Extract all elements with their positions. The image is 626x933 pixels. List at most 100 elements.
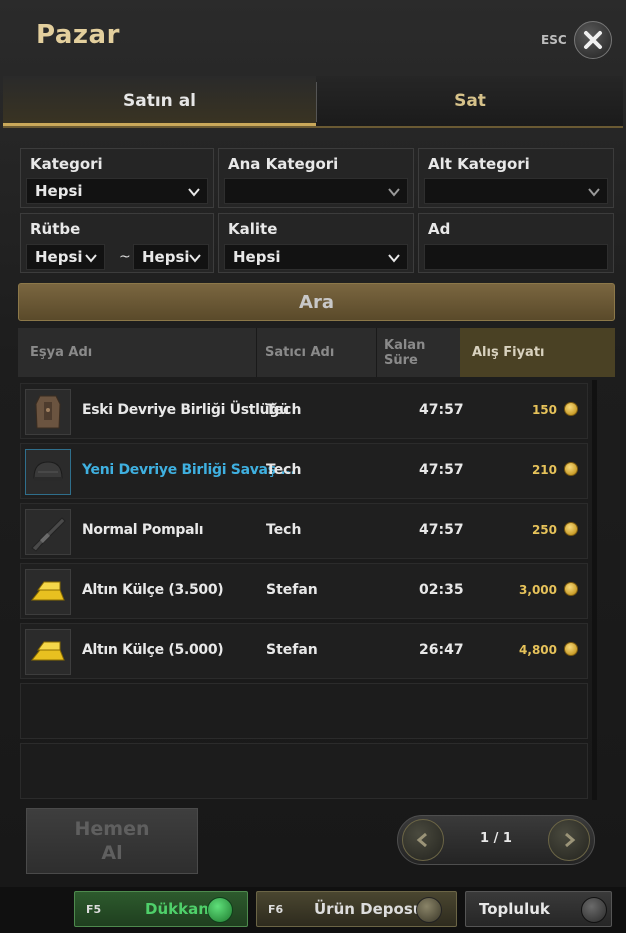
item-name: Eski Devriye Birliği Üstlüğü xyxy=(82,402,289,418)
item-name: Altın Külçe (5.000) xyxy=(82,642,224,658)
table-header: Eşya Adı Satıcı Adı Kalan Süre Alış Fiya… xyxy=(18,328,615,377)
quality-select[interactable]: Hepsi xyxy=(224,244,408,270)
shop-label: Dükkan xyxy=(145,900,209,918)
shop-button[interactable]: F5 Dükkan xyxy=(74,891,248,927)
coin-icon xyxy=(564,462,578,476)
community-label: Topluluk xyxy=(479,900,550,918)
item-name: Yeni Devriye Birliği Savaş ... xyxy=(82,462,296,478)
window-title: Pazar xyxy=(36,20,120,50)
remaining-time: 47:57 xyxy=(419,522,464,538)
storage-button[interactable]: F6 Ürün Deposu xyxy=(256,891,457,927)
item-thumbnail xyxy=(25,449,71,495)
main-category-label: Ana Kategori xyxy=(228,155,339,173)
chevron-down-icon xyxy=(189,254,201,263)
vest-icon xyxy=(35,395,61,429)
storage-icon xyxy=(416,897,442,923)
remaining-time: 26:47 xyxy=(419,642,464,658)
buy-now-button[interactable]: Hemen Al xyxy=(26,808,198,874)
category-select[interactable]: Hepsi xyxy=(26,178,208,204)
market-window: Pazar ESC Satın al Sat Kategori Hepsi An… xyxy=(0,0,626,893)
seller-name: Tech xyxy=(266,462,302,478)
list-scrollbar[interactable] xyxy=(592,380,597,800)
close-button[interactable] xyxy=(574,21,612,59)
table-row[interactable]: Eski Devriye Birliği Üstlüğü Tech 47:57 … xyxy=(20,383,588,439)
name-input[interactable] xyxy=(424,244,608,270)
coin-icon xyxy=(564,402,578,416)
col-item-name[interactable]: Eşya Adı xyxy=(30,328,256,377)
price: 150 xyxy=(531,403,557,417)
community-button[interactable]: Topluluk xyxy=(465,891,612,927)
col-remaining-time[interactable]: Kalan Süre xyxy=(384,328,459,377)
next-page-button[interactable] xyxy=(548,819,590,861)
buy-now-line2: Al xyxy=(101,842,123,864)
search-button[interactable]: Ara xyxy=(18,283,615,321)
rank-to-select[interactable]: Hepsi xyxy=(133,244,209,270)
helmet-icon xyxy=(33,461,63,481)
name-label: Ad xyxy=(428,220,451,238)
remaining-time: 47:57 xyxy=(419,402,464,418)
rank-from-select[interactable]: Hepsi xyxy=(26,244,105,270)
main-category-select[interactable] xyxy=(224,178,408,204)
price: 210 xyxy=(531,463,557,477)
people-icon xyxy=(581,897,607,923)
col-price[interactable]: Alış Fiyatı xyxy=(460,328,615,377)
tab-sell-label: Sat xyxy=(454,91,486,111)
gold-bar-icon xyxy=(30,641,65,661)
seller-name: Stefan xyxy=(266,642,318,658)
chevron-down-icon xyxy=(85,254,97,263)
remaining-time: 02:35 xyxy=(419,582,464,598)
chevron-down-icon xyxy=(588,188,600,197)
empty-row xyxy=(20,683,588,739)
price: 4,800 xyxy=(519,643,557,657)
chevron-down-icon xyxy=(388,188,400,197)
col-divider xyxy=(256,328,257,377)
tab-buy-label: Satın al xyxy=(123,91,196,111)
sub-category-label: Alt Kategori xyxy=(428,155,530,173)
shop-hotkey: F5 xyxy=(86,903,102,916)
category-filter: Kategori Hepsi xyxy=(20,148,214,208)
seller-name: Tech xyxy=(266,402,302,418)
chevron-right-icon xyxy=(565,832,576,848)
table-row[interactable]: Altın Külçe (5.000) Stefan 26:47 4,800 xyxy=(20,623,588,679)
storage-hotkey: F6 xyxy=(268,903,284,916)
storage-label: Ürün Deposu xyxy=(314,900,424,918)
range-separator: ~ xyxy=(119,249,131,265)
esc-label: ESC xyxy=(541,33,567,47)
table-row[interactable]: Yeni Devriye Birliği Savaş ... Tech 47:5… xyxy=(20,443,588,499)
quality-label: Kalite xyxy=(228,220,278,238)
item-thumbnail xyxy=(25,629,71,675)
price: 250 xyxy=(531,523,557,537)
empty-row xyxy=(20,743,588,799)
remaining-time: 47:57 xyxy=(419,462,464,478)
shotgun-icon xyxy=(31,517,66,552)
item-thumbnail xyxy=(25,569,71,615)
category-value: Hepsi xyxy=(35,182,83,200)
pagination: 1 / 1 xyxy=(397,815,595,865)
coin-icon xyxy=(564,582,578,596)
category-label: Kategori xyxy=(30,155,103,173)
gold-bar-icon xyxy=(30,581,65,601)
price: 3,000 xyxy=(519,583,557,597)
item-name: Normal Pompalı xyxy=(82,522,204,538)
chevron-down-icon xyxy=(388,254,400,263)
main-category-filter: Ana Kategori xyxy=(218,148,414,208)
rank-to-value: Hepsi xyxy=(142,248,190,266)
coin-icon xyxy=(564,642,578,656)
quality-value: Hepsi xyxy=(233,248,281,266)
name-filter: Ad xyxy=(418,213,614,273)
close-icon xyxy=(584,31,602,49)
rank-from-value: Hepsi xyxy=(35,248,83,266)
tab-buy[interactable]: Satın al xyxy=(3,76,316,126)
table-row[interactable]: Altın Külçe (3.500) Stefan 02:35 3,000 xyxy=(20,563,588,619)
buy-now-line1: Hemen xyxy=(74,818,150,840)
table-row[interactable]: Normal Pompalı Tech 47:57 250 xyxy=(20,503,588,559)
quality-filter: Kalite Hepsi xyxy=(218,213,414,273)
item-name: Altın Külçe (3.500) xyxy=(82,582,224,598)
shop-icon xyxy=(207,897,233,923)
chevron-down-icon xyxy=(188,188,200,197)
coin-icon xyxy=(564,522,578,536)
col-divider xyxy=(376,328,377,377)
tab-sell[interactable]: Sat xyxy=(317,76,623,126)
col-seller[interactable]: Satıcı Adı xyxy=(265,328,375,377)
sub-category-select[interactable] xyxy=(424,178,608,204)
